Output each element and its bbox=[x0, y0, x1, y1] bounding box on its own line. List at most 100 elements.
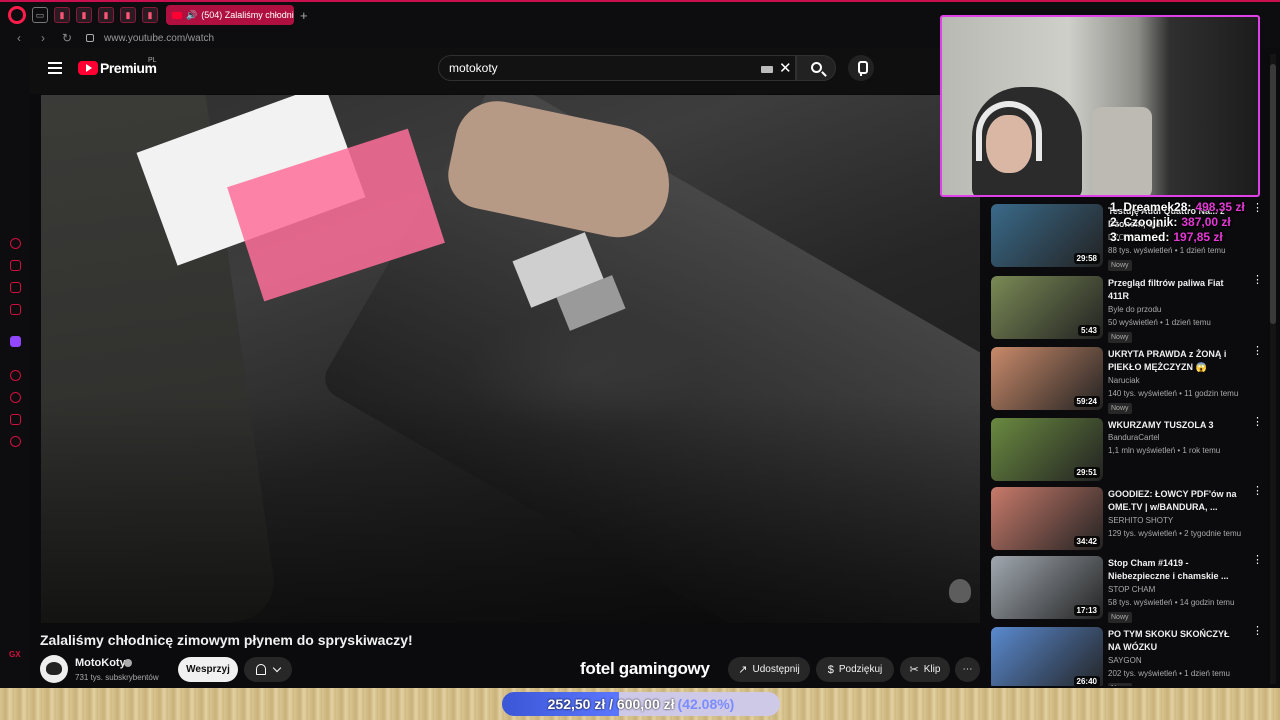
search-input[interactable] bbox=[449, 61, 749, 75]
thanks-button[interactable]: $ Podziękuj bbox=[816, 657, 894, 682]
headset-icon bbox=[976, 101, 1042, 161]
keyboard-icon[interactable] bbox=[761, 66, 773, 73]
reload-icon[interactable]: ↻ bbox=[62, 31, 72, 45]
new-tab-button[interactable]: + bbox=[300, 8, 308, 23]
youtube-logo-icon[interactable] bbox=[78, 61, 98, 75]
pinned-tab-2[interactable]: ▮ bbox=[76, 7, 92, 23]
twitch-icon[interactable] bbox=[10, 336, 21, 347]
pinned-tab-3[interactable]: ▮ bbox=[98, 7, 114, 23]
forward-icon[interactable]: › bbox=[38, 31, 48, 45]
clear-search-icon[interactable]: ✕ bbox=[779, 59, 792, 77]
gx-icon[interactable]: GX bbox=[9, 650, 21, 659]
more-options-icon[interactable]: ⋮ bbox=[1252, 486, 1263, 501]
recommendation-title[interactable]: WKURZAMY TUSZOLA 3 bbox=[1108, 419, 1240, 432]
recommendation-card[interactable]: 17:13 Stop Cham #1419 - Niebezpieczne i c… bbox=[990, 555, 1270, 624]
recommendation-channel[interactable]: SAYGON bbox=[1108, 656, 1142, 665]
recommendation-channel[interactable]: STOP CHAM bbox=[1108, 585, 1155, 594]
clip-button[interactable]: ✂ Klip bbox=[900, 657, 950, 682]
opera-logo-icon[interactable] bbox=[8, 6, 26, 24]
scrollbar-thumb[interactable] bbox=[1270, 64, 1276, 324]
lock-icon[interactable] bbox=[86, 34, 94, 42]
recommendation-card[interactable]: 34:42 GOODIEZ: ŁOWCY PDF'ów na OME.TV | w… bbox=[990, 486, 1270, 555]
recommendation-title[interactable]: GOODIEZ: ŁOWCY PDF'ów na OME.TV | w/BAND… bbox=[1108, 488, 1240, 514]
recommendation-title[interactable]: PO TYM SKOKU SKOŃCZYŁ NA WÓZKU bbox=[1108, 628, 1240, 654]
discord-icon[interactable] bbox=[10, 304, 21, 315]
pinned-tab-1[interactable]: ▮ bbox=[54, 7, 70, 23]
recommendation-title[interactable]: Stop Cham #1419 - Niebezpieczne i chamsk… bbox=[1108, 557, 1240, 583]
recommendation-meta: 140 tys. wyświetleń • 11 godzin temu bbox=[1108, 389, 1239, 398]
youtube-favicon-icon bbox=[172, 11, 182, 19]
recommendation-card[interactable]: 59:24 UKRYTA PRAWDA z ŻONĄ i PIEKŁO MĘŻCZ… bbox=[990, 346, 1270, 415]
gx-control-icon[interactable] bbox=[10, 238, 21, 249]
video-player[interactable] bbox=[41, 95, 980, 623]
recommendation-meta: 88 tys. wyświetleń • 1 dzień temu bbox=[1108, 246, 1226, 255]
overlay-sponsor-brand: fotel gamingowy bbox=[580, 659, 710, 678]
new-badge: Nowy bbox=[1108, 683, 1132, 686]
goal-separator: / bbox=[609, 696, 614, 712]
recommendation-thumbnail[interactable]: 29:51 bbox=[991, 418, 1103, 481]
menu-icon[interactable] bbox=[48, 62, 62, 74]
recommendation-card[interactable]: 26:40 PO TYM SKOKU SKOŃCZYŁ NA WÓZKU SAYGO… bbox=[990, 626, 1270, 686]
recommendations-list: 29:58 Testuję Audi Quattro Na... z Dżonem… bbox=[990, 196, 1270, 686]
workspaces-icon[interactable]: ▭ bbox=[32, 7, 48, 23]
more-options-icon[interactable]: ⋮ bbox=[1252, 417, 1263, 432]
voice-search-icon[interactable] bbox=[848, 55, 874, 81]
recommendation-channel[interactable]: Byle do przodu bbox=[1108, 305, 1161, 314]
video-duration: 17:13 bbox=[1073, 605, 1100, 616]
clip-label: Klip bbox=[923, 664, 941, 675]
active-tab[interactable]: 🔊 (504) Zalaliśmy chłodni bbox=[166, 5, 294, 25]
recommendation-title[interactable]: Przegląd filtrów paliwa Fiat 411R bbox=[1108, 277, 1240, 303]
recommendation-title[interactable]: UKRYTA PRAWDA z ŻONĄ i PIEKŁO MĘŻCZYZN 😱 bbox=[1108, 348, 1240, 374]
video-frame-shadow bbox=[41, 395, 980, 623]
more-options-icon[interactable]: ⋮ bbox=[1252, 555, 1263, 570]
pinned-tab-5[interactable]: ▮ bbox=[142, 7, 158, 23]
more-actions-button[interactable]: ⋯ bbox=[955, 657, 980, 682]
recommendation-thumbnail[interactable]: 26:40 bbox=[991, 627, 1103, 686]
video-duration: 26:40 bbox=[1073, 676, 1100, 686]
recommendation-thumbnail[interactable]: 59:24 bbox=[991, 347, 1103, 410]
more-options-icon[interactable]: ⋮ bbox=[1252, 626, 1263, 641]
channel-avatar[interactable] bbox=[40, 655, 68, 683]
recommendation-channel[interactable]: Naruciak bbox=[1108, 376, 1140, 385]
notifications-button[interactable] bbox=[244, 657, 292, 682]
recommendation-card[interactable]: 5:43 Przegląd filtrów paliwa Fiat 411R Byl… bbox=[990, 275, 1270, 344]
recommendation-card[interactable]: 29:51 WKURZAMY TUSZOLA 3 BanduraCartel 1,1 … bbox=[990, 417, 1270, 486]
leaderboard-amount: 498,35 zł bbox=[1195, 200, 1245, 214]
more-options-icon[interactable]: ⋮ bbox=[1252, 346, 1263, 361]
new-badge: Nowy bbox=[1108, 332, 1132, 343]
channel-name[interactable]: MotoKoty bbox=[75, 657, 126, 669]
leaderboard-row: 3. mamed: 197,85 zł bbox=[1110, 230, 1280, 245]
settings-icon[interactable] bbox=[10, 436, 21, 447]
messenger-icon[interactable] bbox=[10, 282, 21, 293]
recommendation-channel[interactable]: BanduraCartel bbox=[1108, 433, 1160, 442]
pinned-tab-4[interactable]: ▮ bbox=[120, 7, 136, 23]
scissors-icon: ✂ bbox=[909, 664, 919, 676]
search-button[interactable] bbox=[796, 55, 836, 81]
recommendation-meta: 129 tys. wyświetleń • 2 tygodnie temu bbox=[1108, 529, 1242, 538]
screen: ▭ ▮ ▮ ▮ ▮ ▮ 🔊 (504) Zalaliśmy chłodni + … bbox=[0, 0, 1280, 720]
support-button[interactable]: Wesprzyj bbox=[178, 657, 238, 682]
player-icon[interactable] bbox=[10, 260, 21, 271]
recommendation-thumbnail[interactable]: 34:42 bbox=[991, 487, 1103, 550]
recommendation-thumbnail[interactable]: 17:13 bbox=[991, 556, 1103, 619]
recommendation-thumbnail[interactable]: 5:43 bbox=[991, 276, 1103, 339]
history-icon[interactable] bbox=[10, 370, 21, 381]
search-icon bbox=[811, 62, 822, 73]
goal-current: 252,50 zł bbox=[547, 696, 606, 712]
page-scrollbar[interactable] bbox=[1270, 54, 1276, 684]
thanks-icon: $ bbox=[827, 663, 834, 676]
donation-goal-text: 252,50 zł / 600,00 zł (42.08%) bbox=[502, 696, 780, 712]
recommendation-thumbnail[interactable]: 29:58 bbox=[991, 204, 1103, 267]
search-box[interactable]: ✕ bbox=[438, 55, 796, 81]
share-button[interactable]: ↗ Udostępnij bbox=[728, 657, 810, 682]
back-icon[interactable]: ‹ bbox=[14, 31, 24, 45]
more-options-icon[interactable]: ⋮ bbox=[1252, 275, 1263, 290]
recommendation-channel[interactable]: SERHITO SHOTY bbox=[1108, 516, 1173, 525]
speaker-icon[interactable]: 🔊 bbox=[186, 10, 197, 21]
video-title: Zalaliśmy chłodnicę zimowym płynem do sp… bbox=[40, 632, 413, 648]
clock-icon[interactable] bbox=[10, 392, 21, 403]
url-field[interactable]: www.youtube.com/watch bbox=[104, 33, 214, 44]
extensions-icon[interactable] bbox=[10, 414, 21, 425]
video-duration: 34:42 bbox=[1073, 536, 1100, 547]
channel-watermark-icon[interactable] bbox=[949, 579, 971, 603]
